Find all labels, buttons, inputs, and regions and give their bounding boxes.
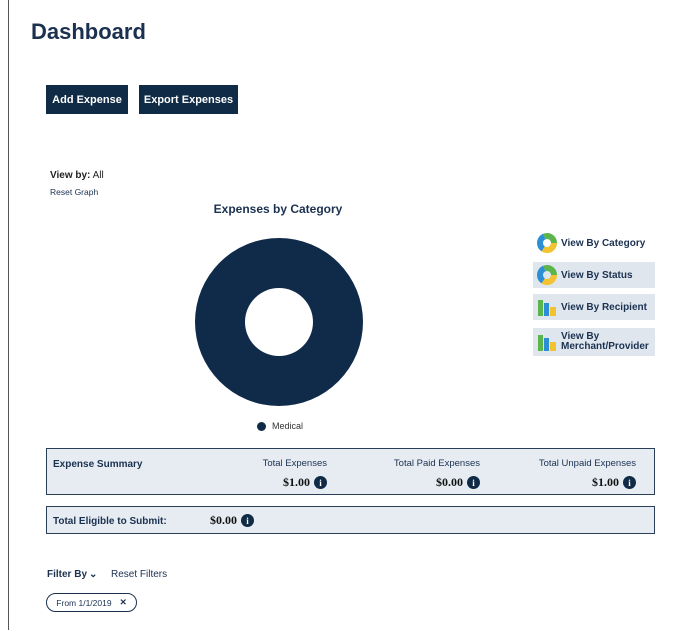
expenses-donut-chart[interactable] — [193, 236, 365, 408]
donut-icon — [537, 233, 557, 253]
expense-summary-label: Expense Summary — [53, 459, 143, 470]
view-by-recipient-button[interactable]: View By Recipient — [533, 294, 655, 320]
legend-marker-medical — [257, 421, 266, 431]
view-by-merchant-label: View By Merchant/Provider — [561, 331, 649, 352]
total-unpaid-value: $1.00 — [592, 475, 619, 489]
view-by-category-button[interactable]: View By Category — [533, 230, 655, 256]
donut-slice-medical[interactable] — [195, 238, 363, 406]
chart-title: Expenses by Category — [213, 202, 343, 216]
expense-summary-panel: Expense Summary Total Expenses $1.00 i T… — [46, 448, 655, 495]
donut-icon — [537, 265, 557, 285]
filter-by-label: Filter By — [47, 569, 88, 580]
total-unpaid-label: Total Unpaid Expenses — [538, 458, 636, 469]
eligible-to-submit-panel: Total Eligible to Submit: $0.00 i — [46, 506, 655, 534]
total-paid-value: $0.00 — [436, 475, 463, 489]
eligible-value: $0.00 — [210, 513, 237, 527]
close-icon[interactable]: ✕ — [120, 597, 127, 608]
info-icon[interactable]: i — [467, 476, 480, 489]
add-expense-button[interactable]: Add Expense — [46, 85, 128, 114]
reset-graph-link[interactable]: Reset Graph — [50, 187, 98, 197]
filter-chip-date: From 1/1/2019 ✕ — [46, 593, 137, 612]
view-by-recipient-label: View By Recipient — [561, 301, 647, 313]
view-by-category-label: View By Category — [561, 237, 646, 249]
total-expenses: Total Expenses $1.00 i — [207, 458, 327, 490]
bar-chart-icon — [538, 300, 556, 316]
bar-chart-icon — [538, 335, 556, 351]
total-paid-expenses: Total Paid Expenses $0.00 i — [340, 458, 480, 490]
reset-filters-link[interactable]: Reset Filters — [111, 569, 167, 580]
legend-label-medical: Medical — [272, 421, 304, 431]
filter-by-toggle[interactable]: Filter By ⌄ — [47, 569, 97, 580]
filter-chip-label: From 1/1/2019 — [56, 597, 112, 608]
view-by-value: All — [92, 170, 104, 181]
eligible-label: Total Eligible to Submit: — [53, 516, 167, 527]
view-by-status-button[interactable]: View By Status — [533, 262, 655, 288]
view-by: View by: All — [50, 170, 104, 181]
export-expenses-button[interactable]: Export Expenses — [139, 85, 238, 114]
view-by-status-label: View By Status — [561, 269, 633, 281]
info-icon[interactable]: i — [623, 476, 636, 489]
total-expenses-value: $1.00 — [283, 475, 310, 489]
page-title: Dashboard — [31, 19, 146, 44]
total-expenses-label: Total Expenses — [262, 458, 327, 469]
view-by-label: View by: — [50, 170, 91, 181]
total-paid-label: Total Paid Expenses — [393, 458, 480, 469]
chart-legend[interactable]: Medical — [257, 421, 303, 431]
chevron-down-icon: ⌄ — [89, 569, 98, 580]
info-icon[interactable]: i — [241, 514, 254, 527]
info-icon[interactable]: i — [314, 476, 327, 489]
total-unpaid-expenses: Total Unpaid Expenses $1.00 i — [516, 458, 636, 490]
left-border — [8, 0, 9, 630]
view-by-merchant-button[interactable]: View By Merchant/Provider — [533, 328, 655, 356]
